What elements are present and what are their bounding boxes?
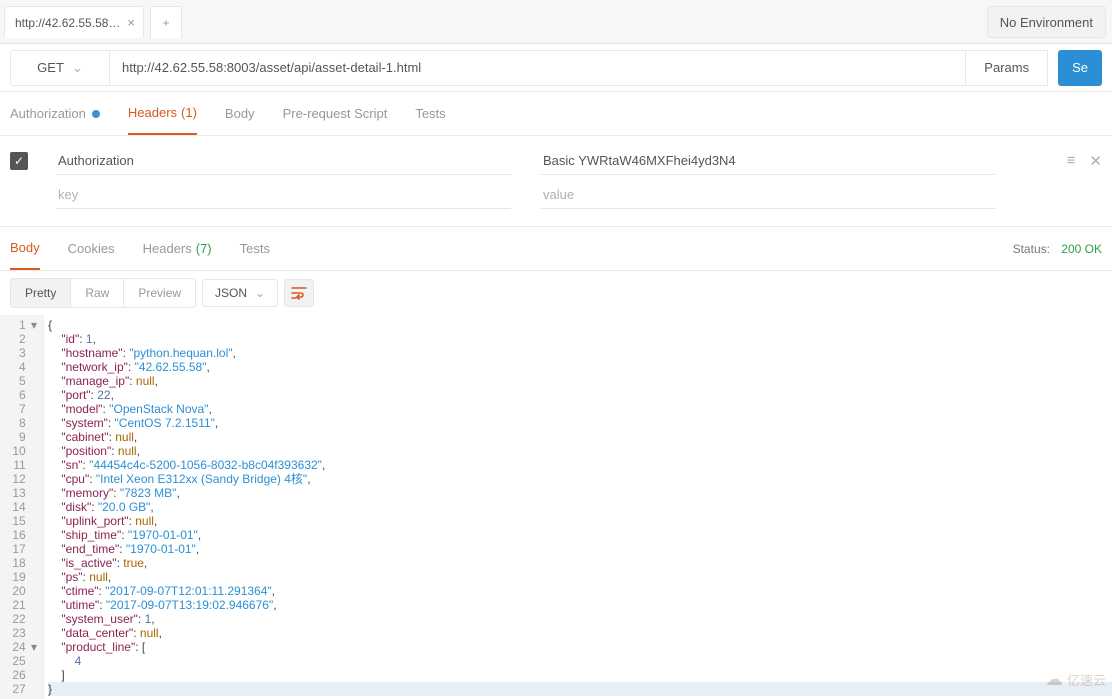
delete-row-icon[interactable]: ✕ [1089,152,1102,170]
resp-tab-headers-label: Headers [143,241,192,256]
tab-headers[interactable]: Headers (1) [128,92,197,135]
status-code: 200 OK [1057,239,1102,259]
dot-indicator-icon [92,110,100,118]
resp-tab-body[interactable]: Body [10,227,40,270]
tab-body[interactable]: Body [225,92,255,135]
resp-tab-headers[interactable]: Headers (7) [143,227,212,270]
params-button[interactable]: Params [966,50,1048,86]
tab-prerequest[interactable]: Pre-request Script [283,92,388,135]
status-label: Status: 200 OK [1013,242,1102,256]
close-tab-icon[interactable]: × [127,15,135,30]
resp-tab-cookies[interactable]: Cookies [68,227,115,270]
environment-select[interactable]: No Environment [987,6,1106,38]
watermark: ☁ 亿速云 [1045,669,1106,690]
view-raw-button[interactable]: Raw [71,279,124,307]
resp-tab-tests[interactable]: Tests [240,227,270,270]
url-text: http://42.62.55.58:8003/asset/api/asset-… [122,60,421,75]
chevron-down-icon: ⌄ [255,286,265,300]
response-body[interactable]: 1 ▾2 3 4 5 6 7 8 9 10 11 12 13 14 15 16 … [0,315,1112,699]
tab-authorization[interactable]: Authorization [10,92,100,135]
header-key-input-blank[interactable] [56,181,511,209]
wrap-toggle-button[interactable] [284,279,314,307]
request-tab[interactable]: http://42.62.55.58:800 × [4,6,144,38]
tab-tests[interactable]: Tests [415,92,445,135]
line-gutter: 1 ▾2 3 4 5 6 7 8 9 10 11 12 13 14 15 16 … [0,315,44,699]
header-value-input-blank[interactable] [541,181,996,209]
header-key-input[interactable] [56,147,511,175]
tab-headers-label: Headers [128,105,177,120]
request-tab-label: http://42.62.55.58:800 [15,16,121,30]
header-value-input[interactable] [541,147,996,175]
response-code: { "id": 1, "hostname": "python.hequan.lo… [44,315,1112,699]
view-mode-seg: Pretty Raw Preview [10,278,196,308]
format-select[interactable]: JSON ⌄ [202,279,278,307]
method-select[interactable]: GET ⌄ [10,50,110,86]
url-input[interactable]: http://42.62.55.58:8003/asset/api/asset-… [110,50,966,86]
send-button[interactable]: Se [1058,50,1102,86]
method-label: GET [37,60,64,75]
wrap-icon [291,286,307,300]
view-preview-button[interactable]: Preview [124,279,195,307]
header-row-checkbox[interactable]: ✓ [10,152,28,170]
cloud-icon: ☁ [1045,669,1063,690]
view-pretty-button[interactable]: Pretty [11,279,71,307]
tab-auth-label: Authorization [10,106,86,121]
watermark-text: 亿速云 [1067,670,1106,689]
chevron-down-icon: ⌄ [72,60,83,76]
tab-headers-count: (1) [181,105,197,120]
bulk-edit-icon[interactable]: ≡ [1067,152,1076,170]
resp-tab-headers-count: (7) [196,241,212,256]
format-label: JSON [215,286,247,300]
environment-label: No Environment [1000,15,1093,30]
status-text: Status: [1013,242,1050,256]
add-tab-button[interactable]: + [150,6,182,38]
